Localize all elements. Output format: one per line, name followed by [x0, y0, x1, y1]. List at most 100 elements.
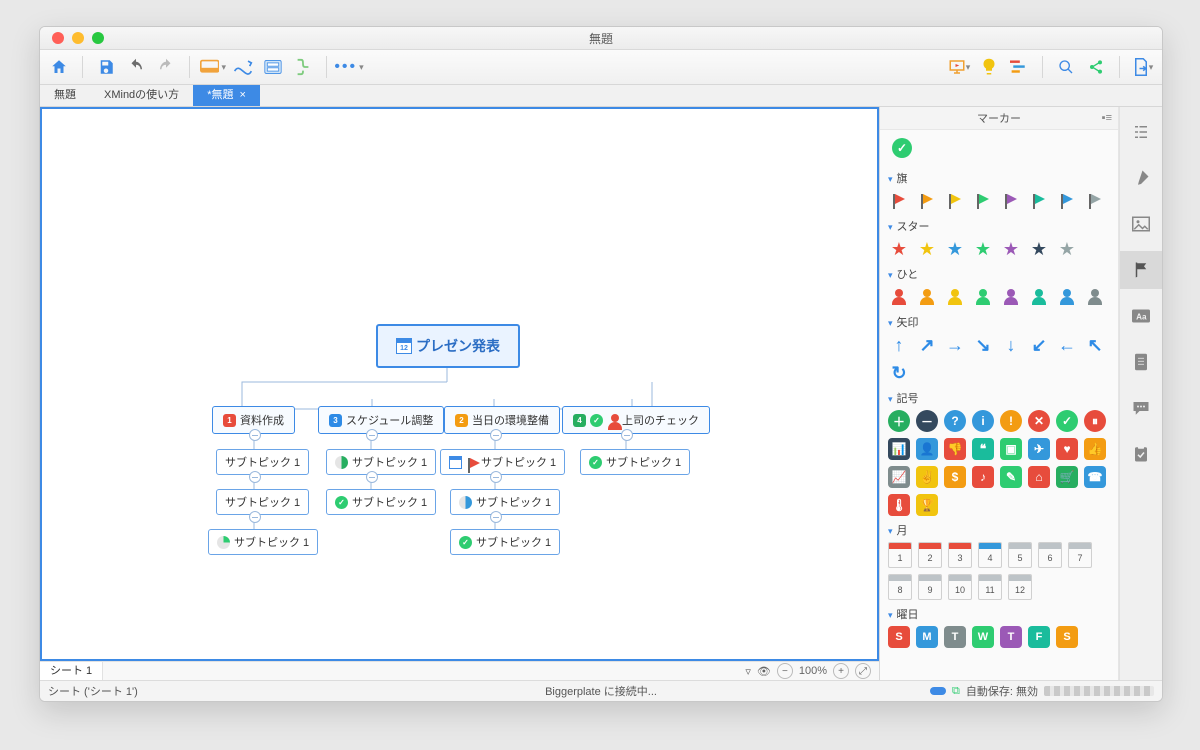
branch-2[interactable]: 3 スケジュール調整	[318, 406, 444, 434]
undo-button[interactable]	[123, 54, 149, 80]
eye-icon[interactable]: 👁	[757, 665, 771, 678]
symbol-marker[interactable]: 👎	[944, 438, 966, 460]
collapse-icon[interactable]	[490, 429, 502, 441]
symbol-marker[interactable]: ⌂	[1028, 466, 1050, 488]
month-marker[interactable]: 8	[888, 574, 912, 600]
share-button[interactable]	[1083, 54, 1109, 80]
home-button[interactable]	[46, 54, 72, 80]
fit-button[interactable]: ⤢	[855, 663, 871, 679]
zoom-out-button[interactable]: −	[777, 663, 793, 679]
collapse-icon[interactable]	[249, 429, 261, 441]
section-star[interactable]: スター	[888, 218, 1110, 234]
subtopic[interactable]: ✓サブトピック 1	[580, 449, 690, 475]
symbol-marker[interactable]: ☎	[1084, 466, 1106, 488]
idea-button[interactable]	[976, 54, 1002, 80]
arrow-marker[interactable]: ↓	[1000, 334, 1022, 356]
rtab-marker[interactable]	[1120, 251, 1162, 289]
flag-marker[interactable]	[1028, 190, 1050, 212]
arrow-marker[interactable]: ↘	[972, 334, 994, 356]
subtopic[interactable]: サブトピック 1	[326, 449, 436, 475]
symbol-marker[interactable]: i	[972, 410, 994, 432]
symbol-marker[interactable]: ✌	[916, 466, 938, 488]
symbol-marker[interactable]: 📈	[888, 466, 910, 488]
flag-marker[interactable]	[916, 190, 938, 212]
symbol-marker[interactable]: ♥	[1056, 438, 1078, 460]
rtab-outline[interactable]	[1120, 113, 1162, 151]
weekday-marker[interactable]: F	[1028, 626, 1050, 648]
rtab-comments[interactable]	[1120, 389, 1162, 427]
tab-untitled-1[interactable]: 無題	[40, 85, 90, 106]
star-marker[interactable]: ★	[972, 238, 994, 260]
symbol-marker[interactable]: ✓	[1056, 410, 1078, 432]
star-marker[interactable]: ★	[1000, 238, 1022, 260]
rtab-task[interactable]	[1120, 435, 1162, 473]
arrow-marker[interactable]: →	[944, 334, 966, 356]
gantt-button[interactable]	[1006, 54, 1032, 80]
section-month[interactable]: 月	[888, 522, 1110, 538]
subtopic[interactable]: ✓サブトピック 1	[326, 489, 436, 515]
weekday-marker[interactable]: W	[972, 626, 994, 648]
month-marker[interactable]: 7	[1068, 542, 1092, 568]
symbol-marker[interactable]: ✈	[1028, 438, 1050, 460]
star-marker[interactable]: ★	[916, 238, 938, 260]
redo-button[interactable]	[153, 54, 179, 80]
save-button[interactable]	[93, 54, 119, 80]
symbol-marker[interactable]: －	[916, 410, 938, 432]
rtab-image[interactable]	[1120, 205, 1162, 243]
branch-3[interactable]: 2 当日の環境整備	[444, 406, 560, 434]
section-people[interactable]: ひと	[888, 266, 1110, 282]
symbol-marker[interactable]: ♪	[972, 466, 994, 488]
month-marker[interactable]: 5	[1008, 542, 1032, 568]
symbol-marker[interactable]: ✕	[1028, 410, 1050, 432]
month-marker[interactable]: 12	[1008, 574, 1032, 600]
rtab-notes[interactable]	[1120, 343, 1162, 381]
weekday-marker[interactable]: S	[888, 626, 910, 648]
symbol-marker[interactable]: ?	[944, 410, 966, 432]
collapse-icon[interactable]	[490, 471, 502, 483]
subtopic[interactable]: サブトピック 1	[216, 489, 309, 515]
person-marker[interactable]	[972, 286, 994, 308]
symbol-marker[interactable]: 🛒	[1056, 466, 1078, 488]
mindmap-canvas[interactable]: 12 プレゼン発表 1 資料作成 サブトピック 1 サブトピック 1 サブトピッ…	[40, 107, 879, 661]
person-marker[interactable]	[1084, 286, 1106, 308]
section-symbol[interactable]: 記号	[888, 390, 1110, 406]
arrow-marker[interactable]: ↙	[1028, 334, 1050, 356]
symbol-marker[interactable]: ❝	[972, 438, 994, 460]
subtopic[interactable]: サブトピック 1	[450, 489, 560, 515]
symbol-marker[interactable]: 🏆	[916, 494, 938, 516]
tab-untitled-2[interactable]: *無題×	[193, 85, 260, 106]
more-button[interactable]: •••▾	[337, 54, 363, 80]
rtab-format[interactable]	[1120, 159, 1162, 197]
month-marker[interactable]: 1	[888, 542, 912, 568]
summary-button[interactable]	[290, 54, 316, 80]
filter-icon[interactable]: ▿	[745, 665, 751, 678]
symbol-marker[interactable]: 👍	[1084, 438, 1106, 460]
star-marker[interactable]: ★	[1056, 238, 1078, 260]
search-button[interactable]	[1053, 54, 1079, 80]
sheet-tab[interactable]: シート 1	[40, 662, 103, 680]
month-marker[interactable]: 4	[978, 542, 1002, 568]
flag-marker[interactable]	[888, 190, 910, 212]
section-flag[interactable]: 旗	[888, 170, 1110, 186]
symbol-marker[interactable]: !	[1000, 410, 1022, 432]
zoom-in-button[interactable]: +	[833, 663, 849, 679]
panel-menu-icon[interactable]: ▪≡	[1102, 112, 1112, 124]
month-marker[interactable]: 11	[978, 574, 1002, 600]
check-marker[interactable]: ✓	[892, 138, 912, 158]
month-marker[interactable]: 9	[918, 574, 942, 600]
symbol-marker[interactable]: 👤	[916, 438, 938, 460]
month-marker[interactable]: 10	[948, 574, 972, 600]
flag-marker[interactable]	[972, 190, 994, 212]
person-marker[interactable]	[944, 286, 966, 308]
subtopic[interactable]: サブトピック 1	[208, 529, 318, 555]
flag-marker[interactable]	[1000, 190, 1022, 212]
subtopic[interactable]: ✓サブトピック 1	[450, 529, 560, 555]
weekday-marker[interactable]: T	[944, 626, 966, 648]
subtopic[interactable]: サブトピック 1	[440, 449, 565, 475]
symbol-marker[interactable]: 🌡	[888, 494, 910, 516]
arrow-marker[interactable]: ↑	[888, 334, 910, 356]
weekday-marker[interactable]: T	[1000, 626, 1022, 648]
collapse-icon[interactable]	[249, 471, 261, 483]
month-marker[interactable]: 6	[1038, 542, 1062, 568]
collapse-icon[interactable]	[366, 471, 378, 483]
